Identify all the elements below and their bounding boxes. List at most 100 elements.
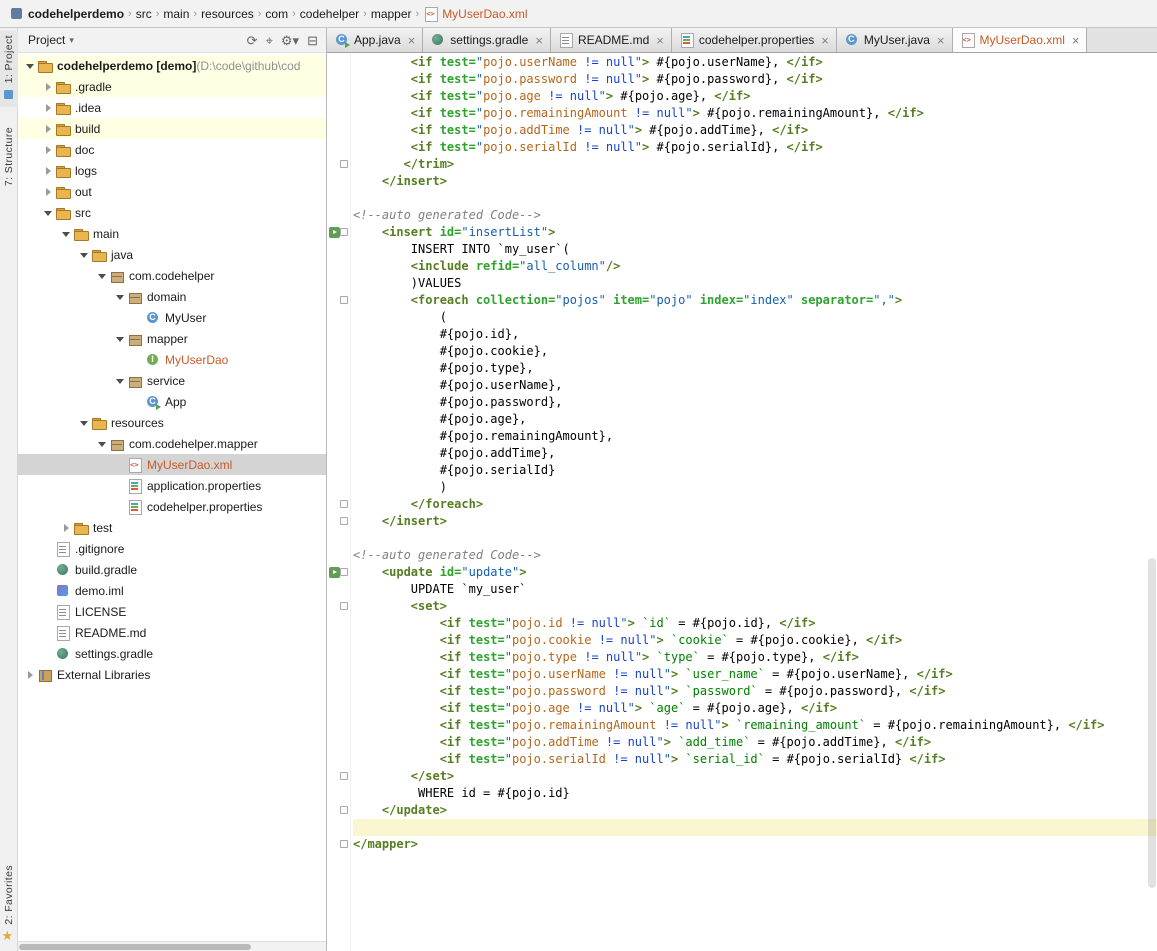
- tree-row-codehelperdemo-demo[interactable]: codehelperdemo [demo] (D:\code\github\co…: [18, 55, 326, 76]
- tree-row-gradle[interactable]: .gradle: [18, 76, 326, 97]
- fold-marker-icon[interactable]: [340, 806, 348, 814]
- expand-arrow-icon[interactable]: [78, 416, 91, 429]
- tab-myuserdao-xml[interactable]: MyUserDao.xml×: [953, 28, 1088, 52]
- code-line[interactable]: <if test="pojo.addTime != null"> `add_ti…: [353, 734, 1157, 751]
- code-line[interactable]: INSERT INTO `my_user`(: [353, 241, 1157, 258]
- code-line[interactable]: #{pojo.type},: [353, 360, 1157, 377]
- expand-arrow-icon[interactable]: [96, 437, 109, 450]
- fold-marker-icon[interactable]: [340, 296, 348, 304]
- expand-arrow-icon[interactable]: [60, 227, 73, 240]
- code-line[interactable]: <if test="pojo.userName != null"> `user_…: [353, 666, 1157, 683]
- code-line[interactable]: <set>: [353, 598, 1157, 615]
- tree-row-external-libraries[interactable]: External Libraries: [18, 664, 326, 685]
- code-line[interactable]: (: [353, 309, 1157, 326]
- code-line[interactable]: <if test="pojo.id != null"> `id` = #{poj…: [353, 615, 1157, 632]
- breadcrumb-item-codehelperdemo[interactable]: codehelperdemo: [6, 6, 127, 22]
- expand-arrow-icon[interactable]: [96, 269, 109, 282]
- code-line[interactable]: WHERE id = #{pojo.id}: [353, 785, 1157, 802]
- breadcrumb-item-resources[interactable]: resources: [198, 7, 257, 21]
- code-line[interactable]: </foreach>: [353, 496, 1157, 513]
- tree-row-build[interactable]: build: [18, 118, 326, 139]
- close-tab-icon[interactable]: ×: [535, 34, 543, 47]
- tree-row-myuserdao[interactable]: MyUserDao: [18, 349, 326, 370]
- code-line[interactable]: <insert id="insertList">: [353, 224, 1157, 241]
- expand-arrow-icon[interactable]: [42, 164, 55, 177]
- code-line[interactable]: </mapper>: [353, 836, 1157, 853]
- expand-arrow-icon[interactable]: [42, 584, 55, 597]
- fold-marker-icon[interactable]: [340, 517, 348, 525]
- tree-row-demo-iml[interactable]: demo.iml: [18, 580, 326, 601]
- expand-arrow-icon[interactable]: [24, 59, 37, 72]
- tab-settings-gradle[interactable]: settings.gradle×: [423, 28, 551, 52]
- fold-marker-icon[interactable]: [340, 840, 348, 848]
- code-line[interactable]: <if test="pojo.serialId != null"> `seria…: [353, 751, 1157, 768]
- hide-panel-icon[interactable]: ⊟: [307, 34, 318, 47]
- tree-row-java[interactable]: java: [18, 244, 326, 265]
- tree-row-main[interactable]: main: [18, 223, 326, 244]
- code-line[interactable]: <if test="pojo.serialId != null"> #{pojo…: [353, 139, 1157, 156]
- tree-row-logs[interactable]: logs: [18, 160, 326, 181]
- expand-arrow-icon[interactable]: [114, 458, 127, 471]
- code-line[interactable]: <if test="pojo.age != null"> `age` = #{p…: [353, 700, 1157, 717]
- tree-row-doc[interactable]: doc: [18, 139, 326, 160]
- expand-arrow-icon[interactable]: [42, 206, 55, 219]
- code-line[interactable]: </insert>: [353, 173, 1157, 190]
- fold-marker-icon[interactable]: [340, 228, 348, 236]
- tree-row-license[interactable]: LICENSE: [18, 601, 326, 622]
- code-line[interactable]: <if test="pojo.password != null"> `passw…: [353, 683, 1157, 700]
- editor-vscrollbar[interactable]: [1148, 558, 1156, 888]
- tree-row-service[interactable]: service: [18, 370, 326, 391]
- statement-marker-icon[interactable]: [329, 227, 340, 238]
- code-line[interactable]: <if test="pojo.addTime != null"> #{pojo.…: [353, 122, 1157, 139]
- breadcrumb-item-codehelper[interactable]: codehelper: [297, 7, 362, 21]
- expand-arrow-icon[interactable]: [132, 311, 145, 324]
- code-line[interactable]: [353, 190, 1157, 207]
- stripe-button-1-project[interactable]: 1: Project: [0, 31, 18, 107]
- tree-row-domain[interactable]: domain: [18, 286, 326, 307]
- settings-gear-icon[interactable]: ⚙▾: [281, 34, 299, 47]
- code-line[interactable]: <include refid="all_column"/>: [353, 258, 1157, 275]
- hscrollbar-thumb[interactable]: [19, 944, 251, 950]
- project-panel-title[interactable]: Project▾: [28, 33, 74, 47]
- tree-row-gitignore[interactable]: .gitignore: [18, 538, 326, 559]
- expand-arrow-icon[interactable]: [114, 332, 127, 345]
- code-line[interactable]: <if test="pojo.remainingAmount != null">…: [353, 105, 1157, 122]
- breadcrumb-item-mapper[interactable]: mapper: [368, 7, 415, 21]
- code-line[interactable]: <if test="pojo.password != null"> #{pojo…: [353, 71, 1157, 88]
- code-line[interactable]: #{pojo.cookie},: [353, 343, 1157, 360]
- stripe-button-2-favorites[interactable]: 2: Favorites: [0, 861, 18, 949]
- expand-arrow-icon[interactable]: [42, 563, 55, 576]
- tree-row-readme-md[interactable]: README.md: [18, 622, 326, 643]
- code-line[interactable]: <if test="pojo.age != null"> #{pojo.age}…: [353, 88, 1157, 105]
- expand-arrow-icon[interactable]: [114, 290, 127, 303]
- code-line[interactable]: </trim>: [353, 156, 1157, 173]
- code-line[interactable]: [353, 819, 1157, 836]
- tree-row-codehelper-properties[interactable]: codehelper.properties: [18, 496, 326, 517]
- close-tab-icon[interactable]: ×: [1072, 34, 1080, 47]
- tree-row-com-codehelper-mapper[interactable]: com.codehelper.mapper: [18, 433, 326, 454]
- expand-arrow-icon[interactable]: [42, 647, 55, 660]
- tree-row-app[interactable]: App: [18, 391, 326, 412]
- expand-arrow-icon[interactable]: [42, 185, 55, 198]
- expand-arrow-icon[interactable]: [42, 542, 55, 555]
- code-line[interactable]: <if test="pojo.userName != null"> #{pojo…: [353, 54, 1157, 71]
- expand-arrow-icon[interactable]: [60, 521, 73, 534]
- code-line[interactable]: #{pojo.userName},: [353, 377, 1157, 394]
- statement-marker-icon[interactable]: [329, 567, 340, 578]
- code-line[interactable]: ): [353, 479, 1157, 496]
- fold-marker-icon[interactable]: [340, 568, 348, 576]
- code-line[interactable]: )VALUES: [353, 275, 1157, 292]
- tree-row-src[interactable]: src: [18, 202, 326, 223]
- close-tab-icon[interactable]: ×: [821, 34, 829, 47]
- breadcrumb-item-main[interactable]: main: [160, 7, 192, 21]
- stripe-button-7-structure[interactable]: 7: Structure: [2, 123, 16, 190]
- code-line[interactable]: #{pojo.serialId}: [353, 462, 1157, 479]
- code-line[interactable]: </insert>: [353, 513, 1157, 530]
- tree-row-myuserdao-xml[interactable]: MyUserDao.xml: [18, 454, 326, 475]
- close-tab-icon[interactable]: ×: [408, 34, 416, 47]
- expand-arrow-icon[interactable]: [42, 605, 55, 618]
- code-line[interactable]: </set>: [353, 768, 1157, 785]
- scroll-from-source-icon[interactable]: ⌖: [266, 34, 273, 47]
- code-line[interactable]: UPDATE `my_user`: [353, 581, 1157, 598]
- expand-arrow-icon[interactable]: [132, 353, 145, 366]
